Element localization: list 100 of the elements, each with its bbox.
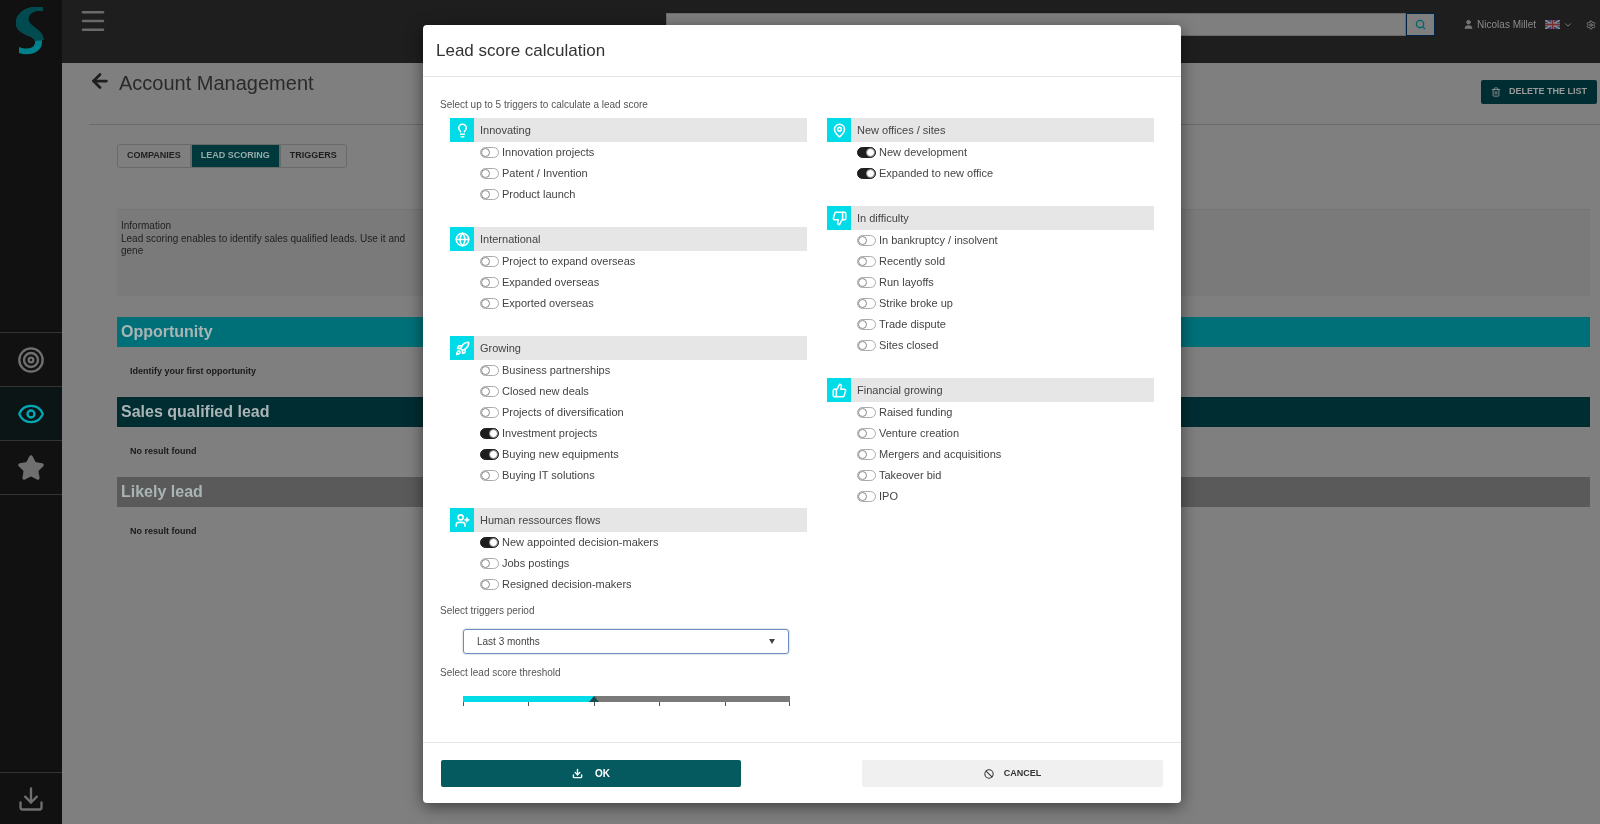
group-title: In difficulty (857, 210, 909, 226)
slider-thumb[interactable] (588, 696, 599, 702)
tab[interactable]: COMPANIES (117, 144, 191, 168)
ban-icon (983, 768, 994, 779)
toggle-switch[interactable] (480, 558, 499, 569)
toggle-switch[interactable] (857, 470, 876, 481)
toggle-switch[interactable] (857, 449, 876, 460)
search-button[interactable] (1406, 13, 1436, 36)
info-text: Lead scoring enables to identify sales qualified leads. Use it and gene (121, 233, 407, 257)
toggle-switch[interactable] (857, 147, 876, 158)
search-icon (1415, 19, 1427, 30)
trigger-label: Project to expand overseas (502, 254, 636, 270)
trigger-label: Investment projects (502, 426, 598, 442)
caret-icon (769, 639, 775, 644)
toggle-switch[interactable] (480, 407, 499, 418)
toggle-switch[interactable] (857, 491, 876, 502)
group-title: Innovating (480, 122, 531, 138)
trigger-label: New appointed decision-makers (502, 535, 659, 551)
trigger-label: Mergers and acquisitions (879, 447, 1002, 463)
toggle-switch[interactable] (480, 256, 499, 267)
page-title: Account Management (119, 71, 314, 96)
trigger-label: Product launch (502, 187, 576, 203)
toggle-switch[interactable] (857, 340, 876, 351)
trigger-label: Projects of diversification (502, 405, 624, 421)
star-icon (17, 453, 45, 482)
toggle-switch[interactable] (480, 365, 499, 376)
trash-icon (1491, 87, 1501, 97)
section-title: Opportunity (121, 322, 213, 342)
map-pin-icon (831, 122, 847, 138)
trigger-label: Jobs postings (502, 556, 570, 572)
group-title: Human ressources flows (480, 512, 601, 528)
user-name[interactable]: Nicolas Millet (1477, 17, 1536, 32)
period-label: Select triggers period (440, 604, 536, 618)
thumbs-down-icon (831, 210, 847, 226)
toggle-switch[interactable] (857, 428, 876, 439)
trigger-label: Closed new deals (502, 384, 589, 400)
toggle-switch[interactable] (857, 168, 876, 179)
trigger-label: New development (879, 145, 968, 161)
trigger-label: Innovation projects (502, 145, 595, 161)
download-icon[interactable] (17, 784, 45, 813)
section-message: No result found (130, 525, 197, 539)
group-title: Growing (480, 340, 521, 356)
toggle-switch[interactable] (480, 277, 499, 288)
toggle-switch[interactable] (480, 428, 499, 439)
trigger-label: Patent / Invention (502, 166, 588, 182)
trigger-label: IPO (879, 489, 898, 505)
rocket-icon (454, 340, 470, 356)
trigger-label: Sites closed (879, 338, 939, 354)
group-title: New offices / sites (857, 122, 946, 138)
toggle-switch[interactable] (480, 386, 499, 397)
toggle-switch[interactable] (857, 277, 876, 288)
toggle-switch[interactable] (857, 256, 876, 267)
delete-list-button[interactable]: DELETE THE LIST (1481, 80, 1597, 104)
trigger-label: Takeover bid (879, 468, 942, 484)
modal-title: Lead score calculation (436, 39, 606, 62)
trigger-label: Trade dispute (879, 317, 946, 333)
toggle-switch[interactable] (480, 537, 499, 548)
section-title: Likely lead (121, 482, 203, 502)
toggle-switch[interactable] (857, 235, 876, 246)
trigger-label: Expanded overseas (502, 275, 600, 291)
group-title: International (480, 231, 541, 247)
group-title: Financial growing (857, 382, 943, 398)
cancel-button[interactable]: CANCEL (862, 760, 1163, 787)
toggle-switch[interactable] (480, 147, 499, 158)
trigger-label: Expanded to new office (879, 166, 994, 182)
section-message: No result found (130, 445, 197, 459)
settings-icon[interactable] (1586, 19, 1596, 30)
trigger-label: Strike broke up (879, 296, 953, 312)
modal-intro: Select up to 5 triggers to calculate a lead score (440, 98, 649, 110)
section-title: Sales qualified lead (121, 402, 270, 422)
trigger-label: Run layoffs (879, 275, 934, 291)
toggle-switch[interactable] (480, 470, 499, 481)
toggle-switch[interactable] (480, 168, 499, 179)
flag-icon[interactable] (1545, 20, 1560, 29)
user-icon (1463, 19, 1475, 30)
toggle-switch[interactable] (480, 579, 499, 590)
toggle-switch[interactable] (480, 189, 499, 200)
toggle-switch[interactable] (857, 319, 876, 330)
trigger-label: Buying new equipments (502, 447, 619, 463)
globe-icon (454, 231, 470, 247)
trigger-label: Raised funding (879, 405, 953, 421)
info-title: Information (121, 219, 172, 233)
trigger-label: Exported overseas (502, 296, 594, 312)
target-icon (17, 345, 45, 374)
download-icon (572, 768, 583, 779)
logo-icon (15, 6, 47, 57)
threshold-label: Select lead score threshold (440, 666, 562, 680)
toggle-switch[interactable] (857, 298, 876, 309)
user-plus-icon (454, 512, 470, 528)
tab[interactable]: TRIGGERS (279, 144, 347, 168)
ok-button[interactable]: OK (441, 760, 741, 787)
tab[interactable]: LEAD SCORING (190, 144, 280, 168)
trigger-label: Resigned decision-makers (502, 577, 632, 593)
toggle-switch[interactable] (857, 407, 876, 418)
period-select[interactable]: Last 3 months (463, 629, 789, 654)
toggle-switch[interactable] (480, 298, 499, 309)
trigger-label: Business partnerships (502, 363, 611, 379)
trigger-label: Buying IT solutions (502, 468, 595, 484)
toggle-switch[interactable] (480, 449, 499, 460)
sidebar-item[interactable] (0, 387, 62, 441)
